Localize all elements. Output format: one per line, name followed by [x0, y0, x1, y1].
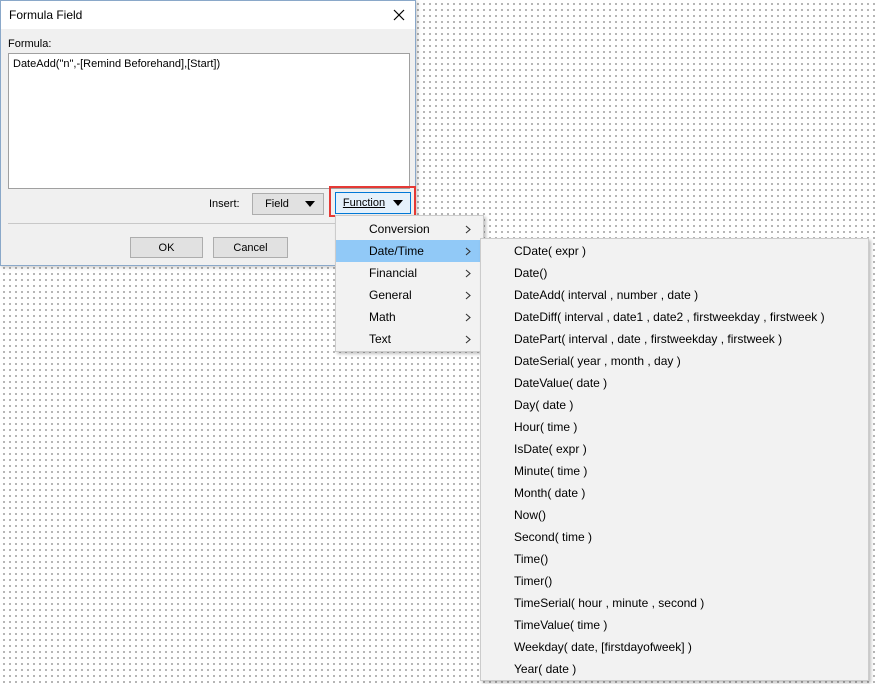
- dialog-title: Formula Field: [9, 8, 83, 22]
- menu-item-date-time[interactable]: Date/Time: [336, 240, 483, 262]
- menu-item-datevalue[interactable]: DateValue( date ): [481, 372, 868, 394]
- menu-item-math[interactable]: Math: [336, 306, 483, 328]
- formula-label: Formula:: [8, 38, 52, 50]
- dialog-titlebar: Formula Field: [1, 1, 415, 29]
- menu-item-weekday[interactable]: Weekday( date, [firstdayofweek] ): [481, 636, 868, 658]
- chevron-right-icon: [465, 284, 471, 306]
- menu-item-label: Date/Time: [369, 244, 424, 258]
- menu-item-year[interactable]: Year( date ): [481, 658, 868, 680]
- close-icon: [393, 9, 405, 21]
- caret-down-icon: [304, 201, 315, 207]
- menu-item-financial[interactable]: Financial: [336, 262, 483, 284]
- chevron-right-icon: [465, 218, 471, 240]
- menu-item-label: Financial: [369, 266, 418, 280]
- formula-input[interactable]: DateAdd("n",-[Remind Beforehand],[Start]…: [8, 53, 410, 189]
- ok-button[interactable]: OK: [130, 237, 203, 258]
- datetime-functions-menu: CDate( expr ) Date() DateAdd( interval ,…: [480, 238, 869, 681]
- menu-item-timer[interactable]: Timer(): [481, 570, 868, 592]
- menu-item-datepart[interactable]: DatePart( interval , date , firstweekday…: [481, 328, 868, 350]
- menu-item-cdate[interactable]: CDate( expr ): [481, 240, 868, 262]
- menu-item-month[interactable]: Month( date ): [481, 482, 868, 504]
- menu-item-general[interactable]: General: [336, 284, 483, 306]
- chevron-right-icon: [465, 328, 471, 350]
- menu-item-text[interactable]: Text: [336, 328, 483, 350]
- menu-item-label: Text: [369, 332, 392, 346]
- insert-field-button[interactable]: Field: [252, 193, 324, 215]
- menu-item-dateserial[interactable]: DateSerial( year , month , day ): [481, 350, 868, 372]
- insert-function-button[interactable]: Function: [335, 192, 411, 214]
- insert-label: Insert:: [209, 198, 240, 210]
- insert-function-label: Function: [342, 197, 386, 209]
- menu-item-second[interactable]: Second( time ): [481, 526, 868, 548]
- chevron-right-icon: [465, 306, 471, 328]
- menu-item-timevalue[interactable]: TimeValue( time ): [481, 614, 868, 636]
- menu-item-isdate[interactable]: IsDate( expr ): [481, 438, 868, 460]
- menu-item-hour[interactable]: Hour( time ): [481, 416, 868, 438]
- function-category-menu: Conversion Date/Time Financial General M…: [335, 215, 484, 352]
- menu-item-dateadd[interactable]: DateAdd( interval , number , date ): [481, 284, 868, 306]
- chevron-right-icon: [465, 240, 471, 262]
- menu-item-datediff[interactable]: DateDiff( interval , date1 , date2 , fir…: [481, 306, 868, 328]
- menu-item-label: General: [369, 288, 412, 302]
- cancel-button[interactable]: Cancel: [213, 237, 288, 258]
- chevron-right-icon: [465, 262, 471, 284]
- menu-item-time[interactable]: Time(): [481, 548, 868, 570]
- menu-item-label: Math: [369, 310, 396, 324]
- menu-item-now[interactable]: Now(): [481, 504, 868, 526]
- menu-item-timeserial[interactable]: TimeSerial( hour , minute , second ): [481, 592, 868, 614]
- menu-item-minute[interactable]: Minute( time ): [481, 460, 868, 482]
- insert-field-label: Field: [265, 198, 289, 210]
- menu-item-date[interactable]: Date(): [481, 262, 868, 284]
- menu-item-conversion[interactable]: Conversion: [336, 218, 483, 240]
- menu-item-label: Conversion: [369, 222, 430, 236]
- close-button[interactable]: [383, 1, 415, 29]
- caret-down-icon: [393, 200, 404, 206]
- menu-item-day[interactable]: Day( date ): [481, 394, 868, 416]
